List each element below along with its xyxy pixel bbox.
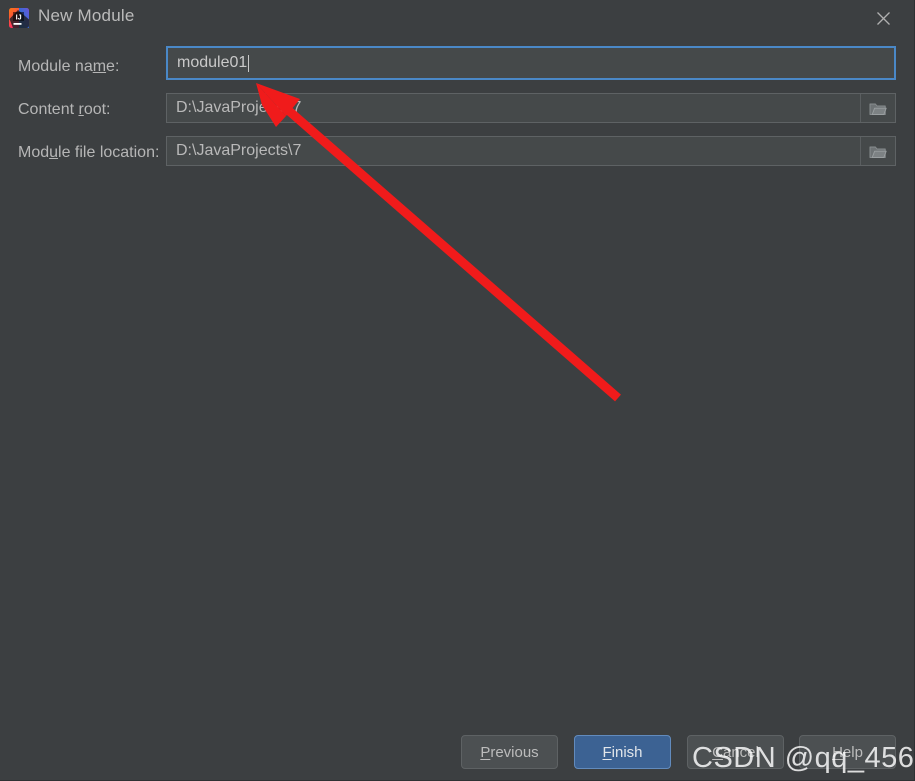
close-icon[interactable] [866, 6, 900, 32]
module-file-location-value: D:\JavaProjects\7 [176, 142, 302, 159]
svg-text:IJ: IJ [16, 13, 22, 22]
label-text-part: oot: [83, 101, 111, 118]
module-name-input[interactable]: module01 [166, 46, 896, 80]
folder-icon[interactable] [860, 137, 895, 165]
new-module-dialog: IJ New Module Module name: module01 Cont… [0, 0, 915, 781]
label-text-part: le file location: [58, 144, 160, 161]
label-text-part: Mod [18, 144, 50, 161]
label-mnemonic: m [92, 58, 107, 75]
help-button[interactable]: Help [799, 735, 896, 769]
label-mnemonic: u [49, 144, 59, 161]
label-text-part: Content [18, 101, 79, 118]
content-root-input[interactable]: D:\JavaProjects\7 [166, 93, 896, 123]
button-mnemonic: C [712, 743, 723, 761]
module-file-location-label: Module file location: [18, 144, 159, 162]
button-label-part: elp [842, 743, 863, 761]
content-root-label: Content root: [18, 101, 111, 119]
cancel-button[interactable]: Cancel [687, 735, 784, 769]
intellij-idea-logo-icon: IJ [8, 7, 30, 29]
button-label-part: revious [490, 743, 539, 761]
label-text-part: e: [106, 58, 120, 75]
button-mnemonic: F [602, 743, 612, 761]
window-title: New Module [38, 6, 135, 25]
text-caret [248, 54, 250, 72]
module-file-location-input[interactable]: D:\JavaProjects\7 [166, 136, 896, 166]
content-root-value: D:\JavaProjects\7 [176, 99, 302, 116]
folder-icon[interactable] [860, 94, 895, 122]
button-label-part: ancel [722, 743, 759, 761]
module-name-value: module01 [177, 54, 248, 71]
button-mnemonic: P [480, 743, 491, 761]
label-text-part: Module na [18, 58, 93, 75]
previous-button[interactable]: Previous [461, 735, 558, 769]
title-bar: IJ New Module [0, 0, 914, 37]
finish-button[interactable]: Finish [574, 735, 671, 769]
button-mnemonic: H [832, 743, 843, 761]
button-label-part: inish [611, 743, 643, 761]
module-name-label: Module name: [18, 58, 119, 76]
